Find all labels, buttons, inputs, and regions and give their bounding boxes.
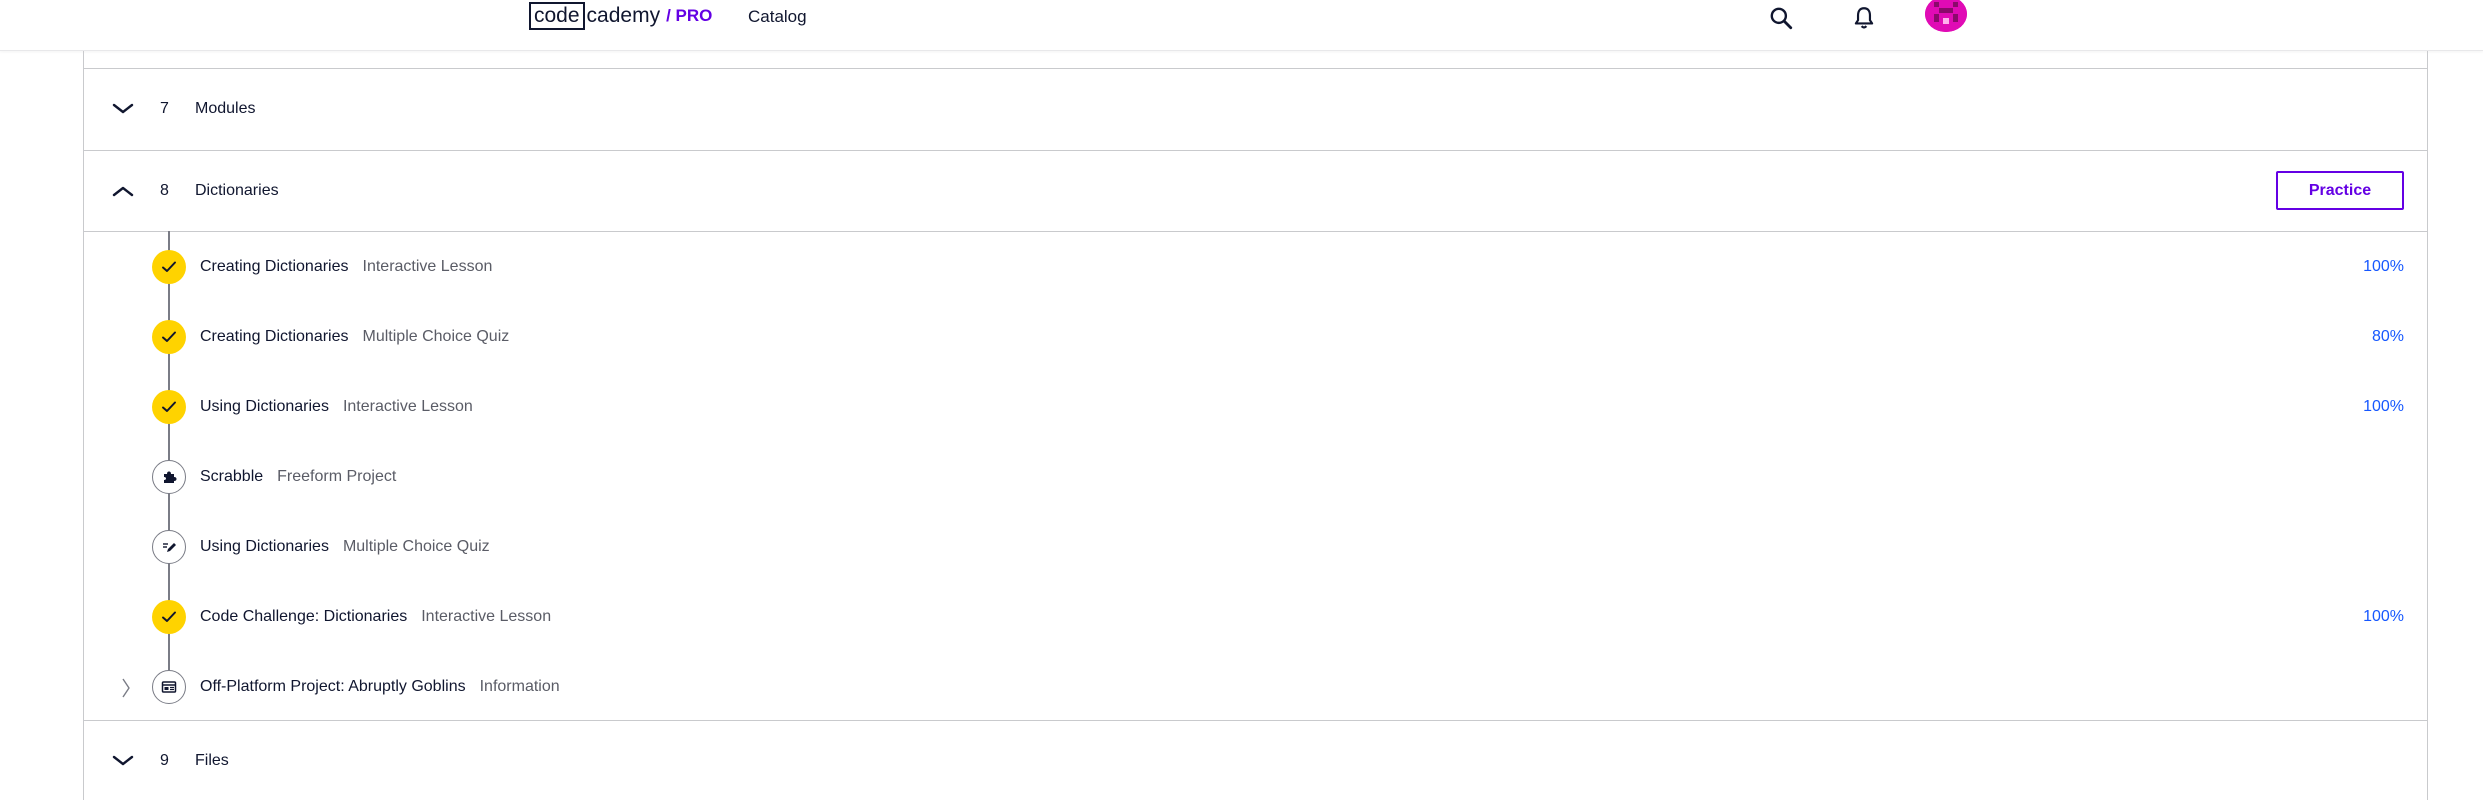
chevron-right-icon[interactable] — [120, 677, 132, 699]
chevron-up-icon[interactable] — [112, 180, 134, 202]
module-row-7[interactable]: 7 Modules — [84, 69, 2427, 149]
lesson-type: Interactive Lesson — [421, 608, 552, 625]
status-complete — [152, 250, 186, 284]
lesson-title-line: Creating Dictionaries Multiple Choice Qui… — [200, 328, 509, 346]
status-not-started — [152, 460, 186, 494]
lesson-title[interactable]: Using Dictionaries — [200, 538, 329, 555]
status-complete — [152, 320, 186, 354]
status-complete — [152, 390, 186, 424]
module-name: Files — [195, 752, 229, 769]
lesson-title-line: Off-Platform Project: Abruptly Goblins In… — [200, 678, 560, 696]
module-row-8[interactable]: 8 Dictionaries Practice — [84, 151, 2427, 231]
lesson-row[interactable]: Off-Platform Project: Abruptly Goblins In… — [84, 668, 2427, 708]
module-name: Modules — [195, 100, 256, 117]
lesson-title[interactable]: Off-Platform Project: Abruptly Goblins — [200, 678, 466, 695]
lesson-title-line: Creating Dictionaries Interactive Lesson — [200, 258, 492, 276]
lesson-type: Freeform Project — [277, 468, 397, 485]
check-icon — [162, 611, 176, 622]
lesson-type: Multiple Choice Quiz — [342, 538, 490, 555]
nav-catalog-link[interactable]: Catalog — [748, 7, 807, 27]
status-not-started — [152, 530, 186, 564]
lesson-row[interactable]: Code Challenge: Dictionaries Interactive … — [84, 598, 2427, 638]
lesson-row[interactable]: Creating Dictionaries Interactive Lesson … — [84, 248, 2427, 288]
article-icon — [161, 681, 177, 693]
chevron-down-icon[interactable] — [112, 98, 134, 120]
module-number: 9 — [160, 752, 169, 769]
lesson-row[interactable]: Using Dictionaries Interactive Lesson 100… — [84, 388, 2427, 428]
logo-pro-badge: / PRO — [666, 6, 713, 25]
status-complete — [152, 600, 186, 634]
lesson-title-line: Using Dictionaries Interactive Lesson — [200, 398, 473, 416]
lesson-progress: 100% — [2363, 258, 2404, 275]
top-nav-bar: code cademy / PRO Catalog — [0, 0, 2483, 51]
lesson-type: Interactive Lesson — [342, 398, 473, 415]
avatar[interactable] — [1925, 0, 1967, 32]
lesson-progress: 100% — [2363, 608, 2404, 625]
puzzle-icon — [164, 471, 177, 483]
lesson-row[interactable]: Using Dictionaries Multiple Choice Quiz — [84, 528, 2427, 568]
lesson-title[interactable]: Code Challenge: Dictionaries — [200, 608, 407, 625]
lesson-type: Information — [479, 678, 560, 695]
practice-button[interactable]: Practice — [2276, 171, 2404, 210]
chevron-down-icon[interactable] — [112, 750, 134, 772]
syllabus-card: 7 Modules 8 Dictionaries Practice Creati… — [83, 51, 2428, 800]
lesson-title-line: Scrabble Freeform Project — [200, 468, 396, 486]
check-icon — [162, 401, 176, 412]
lesson-title-line: Code Challenge: Dictionaries Interactive … — [200, 608, 551, 626]
quiz-pencil-icon — [163, 543, 176, 552]
lesson-title[interactable]: Scrabble — [200, 468, 263, 485]
lesson-title-line: Using Dictionaries Multiple Choice Quiz — [200, 538, 490, 556]
search-icon[interactable] — [1768, 5, 1794, 31]
status-not-started — [152, 670, 186, 704]
module-row-9[interactable]: 9 Files — [84, 721, 2427, 800]
module-number: 7 — [160, 100, 169, 117]
lesson-type: Interactive Lesson — [362, 258, 493, 275]
logo-cademy-text: cademy — [586, 4, 661, 27]
lesson-type: Multiple Choice Quiz — [362, 328, 510, 345]
divider — [84, 231, 2427, 232]
bell-icon[interactable] — [1851, 5, 1877, 31]
avatar-pattern-icon — [1925, 0, 1967, 32]
lesson-title[interactable]: Creating Dictionaries — [200, 258, 349, 275]
lesson-title[interactable]: Creating Dictionaries — [200, 328, 349, 345]
lesson-progress: 80% — [2371, 328, 2404, 345]
lesson-row[interactable]: Scrabble Freeform Project — [84, 458, 2427, 498]
codecademy-pro-logo[interactable]: code cademy / PRO — [529, 2, 712, 30]
check-icon — [162, 261, 176, 272]
lesson-title[interactable]: Using Dictionaries — [200, 398, 329, 415]
module-number: 8 — [160, 182, 169, 199]
logo-code-text: code — [529, 2, 585, 30]
module-name: Dictionaries — [195, 182, 279, 199]
check-icon — [162, 331, 176, 342]
lesson-progress: 100% — [2363, 398, 2404, 415]
lesson-row[interactable]: Creating Dictionaries Multiple Choice Qui… — [84, 318, 2427, 358]
